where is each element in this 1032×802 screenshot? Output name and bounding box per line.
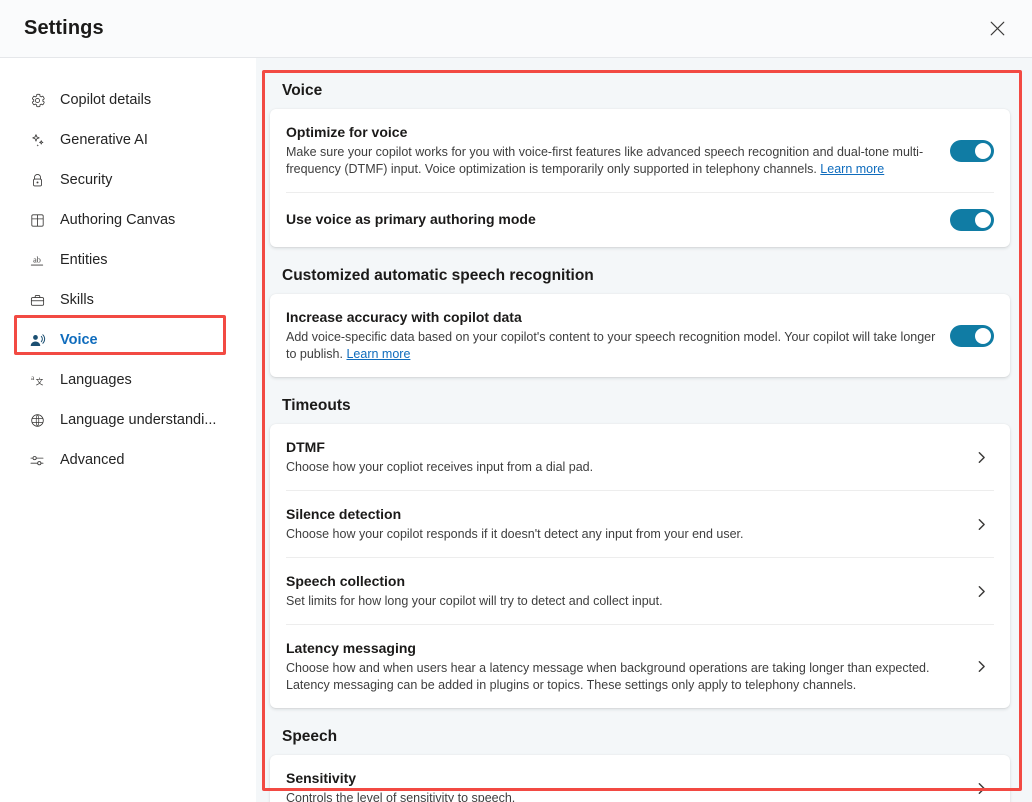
chevron-right-icon[interactable] bbox=[968, 654, 994, 680]
sidebar-item-authoring-canvas[interactable]: Authoring Canvas bbox=[12, 200, 244, 240]
setting-row-text: Increase accuracy with copilot data Add v… bbox=[286, 308, 940, 363]
setting-row-text: DTMF Choose how your copliot receives inp… bbox=[286, 438, 958, 476]
toggle-optimize-for-voice[interactable] bbox=[950, 140, 994, 162]
sidebar-item-generative-ai[interactable]: Generative AI bbox=[12, 120, 244, 160]
chevron-right-icon[interactable] bbox=[968, 578, 994, 604]
sparkle-icon bbox=[28, 131, 46, 149]
setting-row-latency-messaging[interactable]: Latency messaging Choose how and when use… bbox=[286, 625, 994, 708]
section-title-timeouts: Timeouts bbox=[282, 397, 1010, 415]
toggle-knob bbox=[975, 328, 991, 344]
sidebar-item-copilot-details[interactable]: Copilot details bbox=[12, 80, 244, 120]
sidebar-item-label: Languages bbox=[60, 372, 132, 388]
sidebar-item-label: Security bbox=[60, 172, 112, 188]
svg-text:a: a bbox=[31, 374, 35, 382]
dialog-header: Settings bbox=[0, 0, 1032, 58]
lock-icon bbox=[28, 171, 46, 189]
setting-row-text: Speech collection Set limits for how long… bbox=[286, 572, 958, 610]
sidebar-item-security[interactable]: Security bbox=[12, 160, 244, 200]
setting-row-description-text: Set limits for how long your copilot wil… bbox=[286, 594, 663, 608]
toggle-knob bbox=[975, 212, 991, 228]
section-title-voice: Voice bbox=[282, 82, 1010, 100]
setting-row-description: Add voice-specific data based on your co… bbox=[286, 329, 940, 363]
setting-row-description-text: Choose how your copilot responds if it d… bbox=[286, 527, 744, 541]
sidebar-item-skills[interactable]: Skills bbox=[12, 280, 244, 320]
setting-row-text: Silence detection Choose how your copilot… bbox=[286, 505, 958, 543]
setting-row-text: Optimize for voice Make sure your copilot… bbox=[286, 123, 940, 178]
sidebar-item-advanced[interactable]: Advanced bbox=[12, 440, 244, 480]
sidebar-item-label: Advanced bbox=[60, 452, 125, 468]
setting-row-description: Choose how your copilot responds if it d… bbox=[286, 526, 958, 543]
card-timeouts: DTMF Choose how your copliot receives inp… bbox=[270, 424, 1010, 708]
sidebar-item-language-understandi[interactable]: Language understandi... bbox=[12, 400, 244, 440]
grid-icon bbox=[28, 211, 46, 229]
setting-row-text: Use voice as primary authoring mode bbox=[286, 210, 940, 231]
setting-row-description: Make sure your copilot works for you wit… bbox=[286, 144, 940, 178]
setting-row-description: Choose how your copliot receives input f… bbox=[286, 459, 958, 476]
card-customized-automatic-speech-recognition: Increase accuracy with copilot data Add v… bbox=[270, 294, 1010, 377]
gear-icon bbox=[28, 91, 46, 109]
setting-row-use-voice-as-primary-authoring-mode: Use voice as primary authoring mode bbox=[286, 193, 994, 247]
close-icon bbox=[990, 21, 1005, 36]
setting-row-text: Sensitivity Controls the level of sensiti… bbox=[286, 769, 958, 802]
settings-sidebar: Copilot details Generative AI Security Auth… bbox=[0, 58, 256, 802]
setting-row-dtmf[interactable]: DTMF Choose how your copliot receives inp… bbox=[286, 424, 994, 491]
learn-more-link[interactable]: Learn more bbox=[820, 162, 884, 176]
sidebar-item-label: Voice bbox=[60, 332, 98, 348]
setting-row-title: Optimize for voice bbox=[286, 123, 940, 142]
setting-row-description-text: Choose how and when users hear a latency… bbox=[286, 661, 929, 692]
sidebar-item-voice[interactable]: Voice bbox=[12, 320, 244, 360]
learn-more-link[interactable]: Learn more bbox=[346, 347, 410, 361]
sidebar-item-label: Language understandi... bbox=[60, 412, 216, 428]
card-voice: Optimize for voice Make sure your copilot… bbox=[270, 109, 1010, 247]
svg-text:ab: ab bbox=[33, 255, 41, 264]
setting-row-increase-accuracy-with-copilot-data: Increase accuracy with copilot data Add v… bbox=[286, 294, 994, 377]
setting-row-speech-collection[interactable]: Speech collection Set limits for how long… bbox=[286, 558, 994, 625]
sidebar-item-label: Authoring Canvas bbox=[60, 212, 175, 228]
chevron-right-icon[interactable] bbox=[968, 444, 994, 470]
setting-row-title: Silence detection bbox=[286, 505, 958, 524]
setting-row-text: Latency messaging Choose how and when use… bbox=[286, 639, 958, 694]
sidebar-item-label: Generative AI bbox=[60, 132, 148, 148]
ab-icon: ab bbox=[28, 251, 46, 269]
sidebar-item-label: Entities bbox=[60, 252, 108, 268]
section-title-customized-automatic-speech-recognition: Customized automatic speech recognition bbox=[282, 267, 1010, 285]
setting-row-description: Controls the level of sensitivity to spe… bbox=[286, 790, 958, 802]
setting-row-title: DTMF bbox=[286, 438, 958, 457]
sidebar-item-label: Skills bbox=[60, 292, 94, 308]
toggle-increase-accuracy-with-copilot-data[interactable] bbox=[950, 325, 994, 347]
setting-row-title: Latency messaging bbox=[286, 639, 958, 658]
setting-row-silence-detection[interactable]: Silence detection Choose how your copilot… bbox=[286, 491, 994, 558]
person-voice-icon bbox=[28, 331, 46, 349]
card-speech: Sensitivity Controls the level of sensiti… bbox=[270, 755, 1010, 802]
setting-row-title: Increase accuracy with copilot data bbox=[286, 308, 940, 327]
settings-content: Voice Optimize for voice Make sure your co… bbox=[256, 58, 1032, 802]
sidebar-item-entities[interactable]: ab Entities bbox=[12, 240, 244, 280]
chevron-right-icon[interactable] bbox=[968, 775, 994, 801]
sidebar-item-languages[interactable]: a文 Languages bbox=[12, 360, 244, 400]
settings-dialog: Settings Copilot details Generative AI Sec… bbox=[0, 0, 1032, 802]
translate-icon: a文 bbox=[28, 371, 46, 389]
section-title-speech: Speech bbox=[282, 728, 1010, 746]
setting-row-description-text: Controls the level of sensitivity to spe… bbox=[286, 791, 515, 802]
dialog-body: Copilot details Generative AI Security Auth… bbox=[0, 58, 1032, 802]
setting-row-description-text: Choose how your copliot receives input f… bbox=[286, 460, 593, 474]
setting-row-title: Sensitivity bbox=[286, 769, 958, 788]
setting-row-optimize-for-voice: Optimize for voice Make sure your copilot… bbox=[286, 109, 994, 193]
close-button[interactable] bbox=[980, 12, 1014, 46]
svg-text:文: 文 bbox=[36, 376, 44, 386]
sliders-icon bbox=[28, 451, 46, 469]
chevron-right-icon[interactable] bbox=[968, 511, 994, 537]
language-understanding-icon bbox=[28, 411, 46, 429]
briefcase-icon bbox=[28, 291, 46, 309]
setting-row-description: Choose how and when users hear a latency… bbox=[286, 660, 958, 694]
setting-row-title: Speech collection bbox=[286, 572, 958, 591]
setting-row-sensitivity[interactable]: Sensitivity Controls the level of sensiti… bbox=[286, 755, 994, 802]
toggle-knob bbox=[975, 143, 991, 159]
toggle-use-voice-as-primary-authoring-mode[interactable] bbox=[950, 209, 994, 231]
page-title: Settings bbox=[24, 17, 104, 40]
sidebar-item-label: Copilot details bbox=[60, 92, 151, 108]
setting-row-description: Set limits for how long your copilot wil… bbox=[286, 593, 958, 610]
setting-row-title: Use voice as primary authoring mode bbox=[286, 210, 940, 229]
